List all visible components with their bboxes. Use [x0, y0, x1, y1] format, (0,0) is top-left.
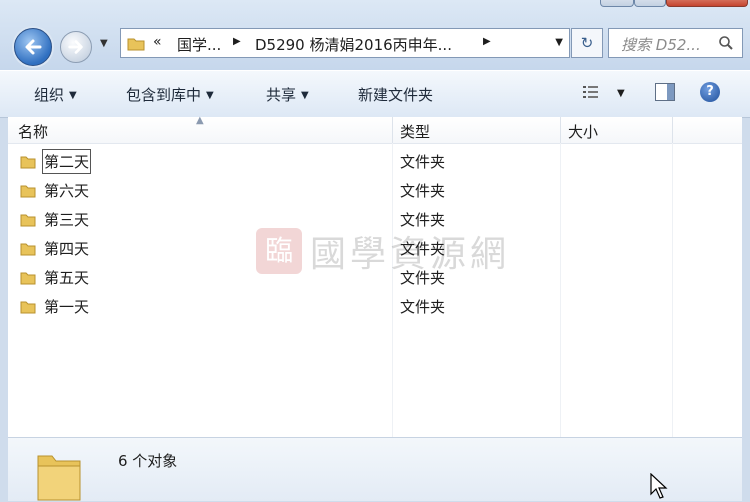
mouse-cursor-icon	[650, 473, 668, 499]
maximize-button[interactable]	[634, 0, 666, 7]
file-list: ▲ 名称 类型 大小 臨 國學資源網 第二天 文件夹 第六天 文件夹 第三天 文…	[8, 115, 742, 437]
share-button[interactable]: 共享 ▼	[266, 84, 309, 105]
file-row[interactable]: 第二天 文件夹	[8, 147, 742, 175]
window-header: ▼ « 国学... ▶ D5290 杨清娟2016丙申年... ▶ ▼ ↻ 搜索…	[0, 0, 750, 70]
file-name: 第三天	[44, 211, 90, 229]
chevron-down-icon: ▼	[206, 90, 214, 101]
address-dropdown[interactable]: ▼	[555, 37, 563, 48]
back-arrow-icon	[25, 39, 42, 55]
file-type: 文件夹	[400, 211, 446, 229]
view-dropdown[interactable]: ▼	[617, 88, 625, 99]
file-row[interactable]: 第三天 文件夹	[8, 205, 742, 233]
recent-pages-dropdown[interactable]: ▼	[100, 38, 108, 49]
file-row[interactable]: 第六天 文件夹	[8, 176, 742, 204]
breadcrumb-arrow-icon[interactable]: ▶	[233, 36, 241, 47]
file-row[interactable]: 第一天 文件夹	[8, 292, 742, 320]
help-icon[interactable]: ?	[700, 82, 720, 102]
column-header-name[interactable]: 名称	[18, 121, 48, 142]
chevron-down-icon: ▼	[301, 90, 309, 101]
include-in-library-button[interactable]: 包含到库中 ▼	[126, 84, 214, 105]
breadcrumb-arrow-icon[interactable]: ▶	[483, 36, 491, 47]
file-type: 文件夹	[400, 153, 446, 171]
file-name: 第二天	[41, 149, 92, 174]
folder-icon	[127, 38, 145, 51]
column-separator[interactable]	[560, 117, 561, 143]
search-input[interactable]: 搜索 D52...	[621, 34, 701, 55]
column-separator[interactable]	[392, 117, 393, 143]
file-name: 第六天	[44, 182, 90, 200]
forward-button[interactable]	[60, 31, 92, 63]
column-separator[interactable]	[672, 117, 673, 143]
column-header-type[interactable]: 类型	[400, 121, 430, 142]
file-row[interactable]: 第五天 文件夹	[8, 263, 742, 291]
file-row[interactable]: 第四天 文件夹	[8, 234, 742, 262]
preview-pane-icon[interactable]	[655, 83, 675, 101]
folder-icon	[20, 185, 36, 198]
breadcrumb-segment[interactable]: D5290 杨清娟2016丙申年...	[255, 34, 452, 55]
new-folder-button[interactable]: 新建文件夹	[358, 84, 433, 105]
back-button[interactable]	[14, 28, 52, 66]
close-button[interactable]	[666, 0, 748, 7]
column-headers: ▲ 名称 类型 大小	[8, 115, 742, 144]
command-bar: 组织 ▼ 包含到库中 ▼ 共享 ▼ 新建文件夹 ▼ ?	[0, 70, 750, 118]
folder-icon	[37, 455, 81, 501]
file-name: 第四天	[44, 240, 90, 258]
address-bar[interactable]: « 国学... ▶ D5290 杨清娟2016丙申年... ▶ ▼	[120, 28, 570, 58]
forward-arrow-icon	[68, 40, 83, 54]
breadcrumb-segment[interactable]: 国学...	[177, 34, 221, 55]
file-type: 文件夹	[400, 182, 446, 200]
search-icon	[719, 36, 733, 50]
refresh-icon: ↻	[580, 34, 594, 52]
folder-icon	[20, 272, 36, 285]
refresh-button[interactable]: ↻	[571, 28, 603, 58]
details-pane: 6 个对象	[8, 437, 742, 501]
folder-icon	[20, 301, 36, 314]
sort-arrow-icon: ▲	[196, 115, 204, 126]
chevron-down-icon: ▼	[69, 90, 77, 101]
item-count: 6 个对象	[118, 452, 178, 470]
file-name: 第一天	[44, 298, 90, 316]
minimize-button[interactable]	[600, 0, 634, 7]
folder-icon	[20, 214, 36, 227]
search-box[interactable]: 搜索 D52...	[608, 28, 743, 58]
file-type: 文件夹	[400, 269, 446, 287]
column-header-size[interactable]: 大小	[568, 121, 598, 142]
folder-icon	[20, 243, 36, 256]
view-options-icon[interactable]	[583, 85, 605, 99]
file-type: 文件夹	[400, 240, 446, 258]
folder-icon	[20, 156, 36, 169]
organize-button[interactable]: 组织 ▼	[34, 84, 77, 105]
file-type: 文件夹	[400, 298, 446, 316]
overflow-chevron[interactable]: «	[153, 34, 162, 50]
file-name: 第五天	[44, 269, 90, 287]
caption-buttons	[590, 0, 750, 8]
